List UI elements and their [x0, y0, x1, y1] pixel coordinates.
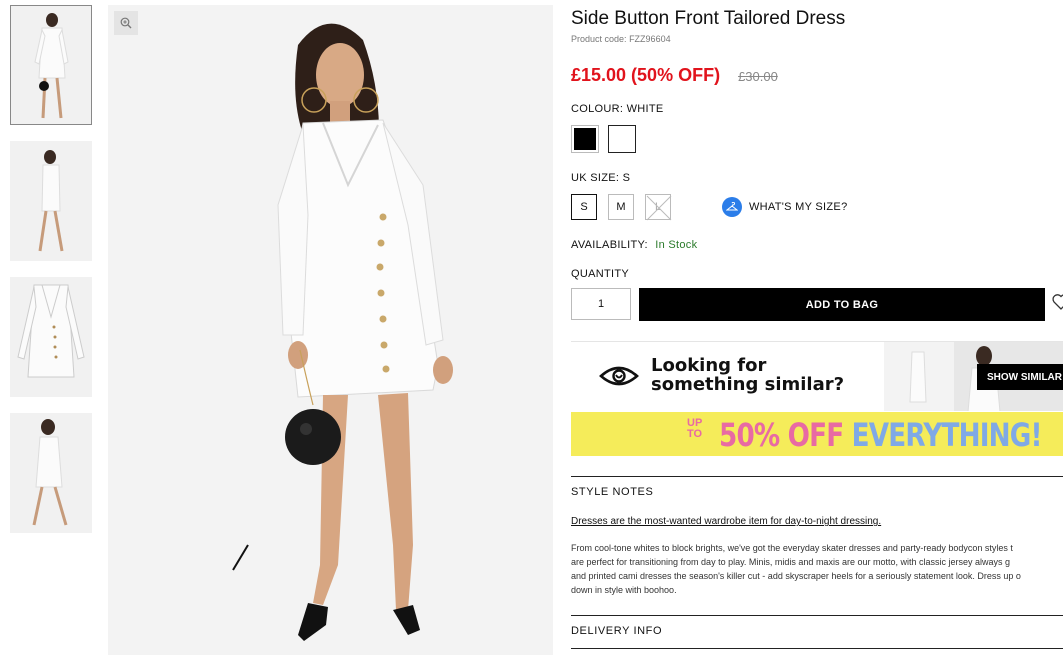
- size-label: UK SIZE:: [571, 172, 620, 184]
- promo-banner[interactable]: UP TO 50% OFF EVERYTHING!: [571, 412, 1063, 456]
- promo-everything: EVERYTHING!: [851, 416, 1043, 454]
- divider: [571, 648, 1063, 649]
- zoom-in-icon: [120, 17, 132, 29]
- model-side-image: [38, 150, 64, 252]
- thumbnail-2[interactable]: [10, 141, 92, 261]
- model-wearing-dress-image: [232, 23, 453, 641]
- price-row: £15.00 (50% OFF) £30.00: [571, 65, 778, 86]
- size-label-row: UK SIZE: S: [571, 172, 630, 184]
- product-code: Product code: FZZ96604: [571, 34, 671, 44]
- thumbnail-4[interactable]: [10, 413, 92, 533]
- show-similar-button[interactable]: SHOW SIMILAR: [977, 364, 1063, 390]
- product-code-value: FZZ96604: [629, 34, 671, 44]
- out-of-stock-cross-icon: [646, 195, 672, 221]
- style-notes-headline: Dresses are the most-wanted wardrobe ite…: [571, 516, 882, 527]
- similar-line-1: Looking for: [651, 355, 767, 376]
- size-selected: S: [622, 172, 631, 184]
- quantity-input[interactable]: 1: [571, 288, 631, 320]
- similar-line-2: something similar?: [651, 374, 845, 395]
- style-notes-line: From cool-tone whites to block brights, …: [571, 543, 1013, 553]
- heart-icon: [1052, 294, 1063, 310]
- product-code-label: Product code:: [571, 34, 627, 44]
- size-options: S M L: [571, 194, 672, 221]
- colour-selected: WHITE: [626, 103, 664, 115]
- dress-flat-image: [17, 284, 85, 378]
- style-notes-line: and printed cami dresses the season's ki…: [571, 571, 1021, 581]
- model-front-image: [34, 13, 69, 119]
- wishlist-button[interactable]: [1051, 292, 1063, 317]
- colour-label: COLOUR:: [571, 103, 624, 115]
- add-to-bag-button[interactable]: ADD TO BAG: [639, 288, 1045, 321]
- hanger-icon: [722, 197, 742, 217]
- availability-row: AVAILABILITY: In Stock: [571, 239, 697, 251]
- colour-swatches: [571, 125, 636, 153]
- product-title: Side Button Front Tailored Dress: [571, 8, 846, 29]
- delivery-info-title[interactable]: DELIVERY INFO: [571, 625, 662, 637]
- swatch-black[interactable]: [571, 125, 599, 153]
- promo-headline: 50% OFF EVERYTHING!: [719, 416, 1042, 454]
- size-option-l[interactable]: L: [645, 194, 672, 221]
- availability-label: AVAILABILITY:: [571, 239, 648, 251]
- similar-items-text: Looking for something similar?: [651, 356, 844, 394]
- promo-discount: 50% OFF: [719, 416, 844, 454]
- similar-items-banner: Looking for something similar? SHOW SIMI…: [571, 341, 1063, 411]
- size-option-s[interactable]: S: [571, 194, 597, 220]
- eye-icon: [599, 366, 639, 386]
- style-notes-body: From cool-tone whites to block brights, …: [571, 541, 1063, 597]
- swatch-white[interactable]: [608, 125, 636, 153]
- availability-value: In Stock: [655, 239, 698, 251]
- zoom-button[interactable]: [114, 11, 138, 35]
- original-price: £30.00: [738, 69, 778, 84]
- quantity-label: QUANTITY: [571, 268, 630, 280]
- main-product-image[interactable]: [108, 5, 553, 655]
- divider: [571, 615, 1063, 616]
- size-option-m[interactable]: M: [608, 194, 634, 220]
- thumbnail-1[interactable]: [10, 5, 92, 125]
- style-notes-title[interactable]: STYLE NOTES: [571, 486, 653, 498]
- size-guide-link[interactable]: WHAT'S MY SIZE?: [722, 197, 847, 217]
- thumbnail-gallery: [10, 5, 92, 549]
- style-notes-line: down in style with boohoo.: [571, 585, 677, 595]
- divider: [571, 476, 1063, 477]
- sale-price: £15.00 (50% OFF): [571, 65, 721, 85]
- model-pose-image: [32, 419, 68, 526]
- style-notes-line: are perfect for transitioning from day t…: [571, 557, 1011, 567]
- thumbnail-3[interactable]: [10, 277, 92, 397]
- promo-upto: UP TO: [687, 417, 703, 440]
- size-guide-label: WHAT'S MY SIZE?: [749, 201, 848, 213]
- colour-label-row: COLOUR: WHITE: [571, 103, 664, 115]
